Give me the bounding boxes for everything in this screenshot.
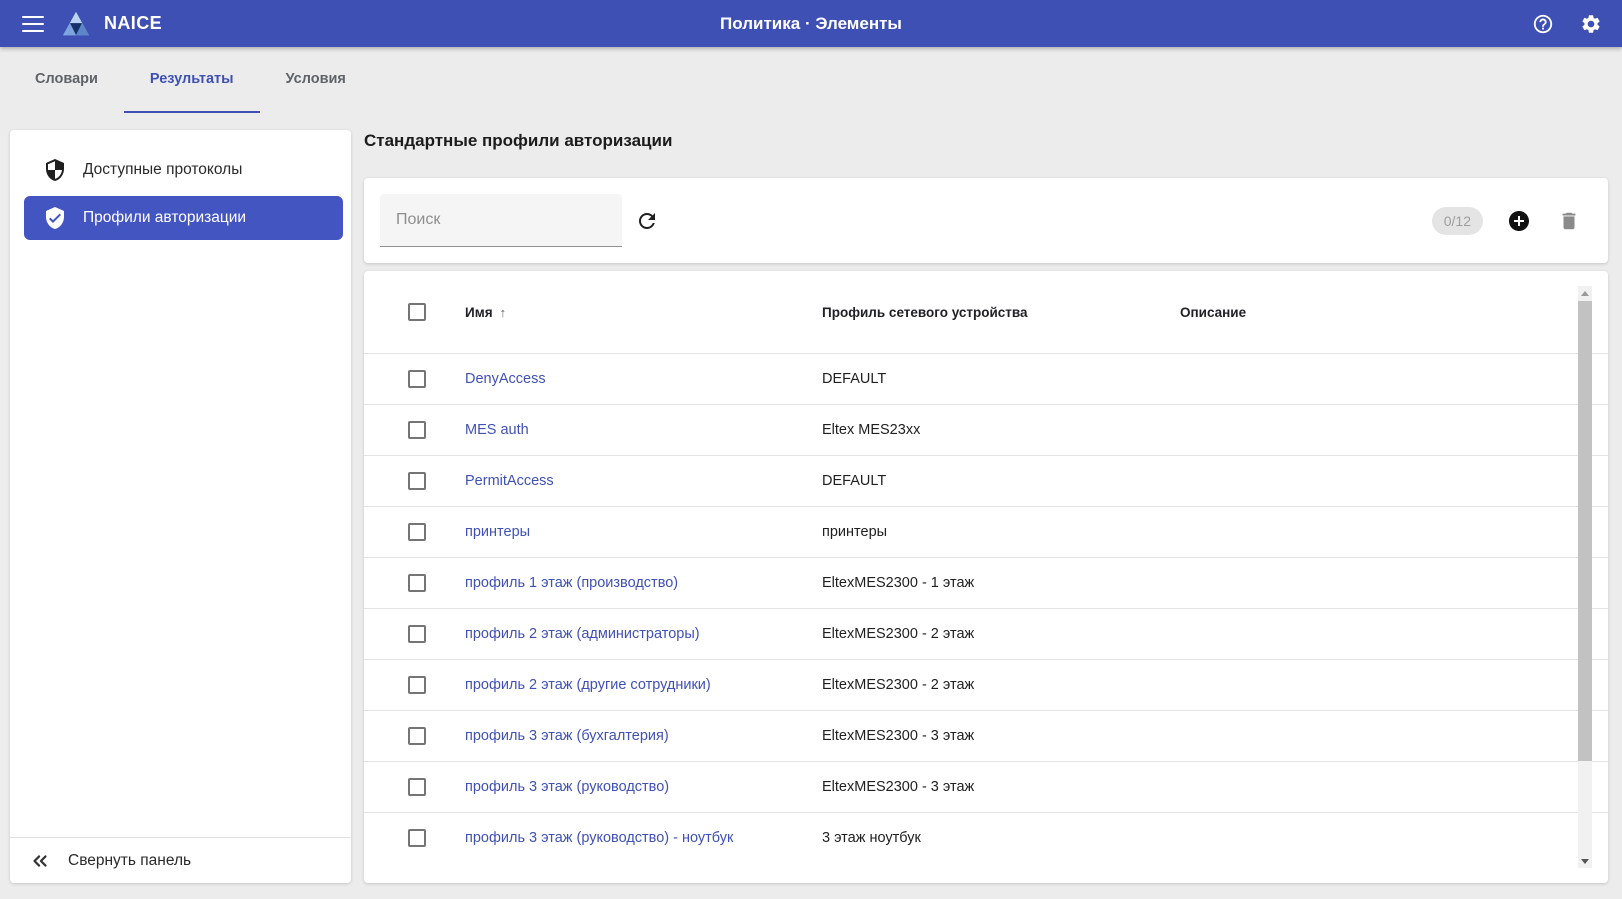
row-name-link[interactable]: профиль 2 этаж (администраторы) — [465, 626, 700, 642]
row-name-link[interactable]: профиль 3 этаж (руководство) — [465, 779, 669, 795]
row-device-profile: EltexMES2300 - 1 этаж — [822, 575, 1180, 591]
tabs-bar: Словари Результаты Условия — [0, 47, 1622, 113]
scrollbar-up-arrow-icon[interactable] — [1578, 286, 1592, 300]
sidebar-item-authorization-profiles[interactable]: Профили авторизации — [24, 196, 343, 240]
content-area: Доступные протоколы Профили авторизации … — [0, 113, 1622, 899]
sidebar-item-label: Профили авторизации — [83, 209, 246, 227]
table-row: принтеры принтеры — [364, 506, 1608, 557]
row-device-profile: DEFAULT — [822, 473, 1180, 489]
tab-slovari[interactable]: Словари — [9, 47, 124, 113]
table-row: MES auth Eltex MES23xx — [364, 404, 1608, 455]
row-checkbox[interactable] — [408, 625, 426, 643]
row-checkbox[interactable] — [408, 523, 426, 541]
row-checkbox[interactable] — [408, 472, 426, 490]
table-scrollbar[interactable] — [1578, 286, 1592, 868]
row-name-link[interactable]: DenyAccess — [465, 371, 546, 387]
row-device-profile: Eltex MES23xx — [822, 422, 1180, 438]
row-name-link[interactable]: профиль 3 этаж (бухгалтерия) — [465, 728, 669, 744]
sort-ascending-icon[interactable]: ↑ — [500, 305, 507, 320]
table-header-row: Имя ↑ Профиль сетевого устройства Описан… — [364, 271, 1608, 353]
row-device-profile: EltexMES2300 - 3 этаж — [822, 779, 1180, 795]
row-checkbox[interactable] — [408, 778, 426, 796]
app-bar-left: NAICE — [22, 11, 162, 37]
tab-rezultaty[interactable]: Результаты — [124, 47, 260, 113]
help-icon[interactable] — [1532, 13, 1554, 35]
row-device-profile: EltexMES2300 - 3 этаж — [822, 728, 1180, 744]
table-body: DenyAccess DEFAULT MES auth Eltex MES23x… — [364, 353, 1608, 863]
table-row: профиль 2 этаж (администраторы) EltexMES… — [364, 608, 1608, 659]
scrollbar-thumb[interactable] — [1578, 301, 1592, 761]
add-circle-icon[interactable] — [1507, 209, 1531, 233]
sidebar: Доступные протоколы Профили авторизации … — [10, 130, 351, 883]
row-name-link[interactable]: MES auth — [465, 422, 529, 438]
row-device-profile: EltexMES2300 - 2 этаж — [822, 626, 1180, 642]
page-title: Стандартные профили авторизации — [364, 130, 1608, 152]
row-checkbox[interactable] — [408, 421, 426, 439]
selection-count-badge: 0/12 — [1432, 207, 1483, 235]
double-chevron-left-icon — [29, 850, 51, 872]
table-row: профиль 3 этаж (руководство) - ноутбук 3… — [364, 812, 1608, 863]
row-device-profile: принтеры — [822, 524, 1180, 540]
trash-icon[interactable] — [1558, 210, 1580, 232]
table-row: DenyAccess DEFAULT — [364, 353, 1608, 404]
app-bar: NAICE Политика · Элементы — [0, 0, 1622, 47]
row-checkbox[interactable] — [408, 574, 426, 592]
column-header-device-profile[interactable]: Профиль сетевого устройства — [822, 305, 1180, 320]
row-checkbox[interactable] — [408, 829, 426, 847]
tab-usloviya[interactable]: Условия — [260, 47, 372, 113]
row-checkbox[interactable] — [408, 727, 426, 745]
table-row: профиль 1 этаж (производство) EltexMES23… — [364, 557, 1608, 608]
shield-icon — [43, 158, 67, 182]
column-header-name[interactable]: Имя — [465, 305, 493, 320]
collapse-panel-label: Свернуть панель — [68, 852, 191, 870]
sidebar-item-label: Доступные протоколы — [83, 161, 242, 179]
settings-gear-icon[interactable] — [1580, 13, 1602, 35]
refresh-icon[interactable] — [635, 209, 659, 233]
sidebar-nav: Доступные протоколы Профили авторизации — [10, 130, 351, 240]
table-row: PermitAccess DEFAULT — [364, 455, 1608, 506]
main-panel: Стандартные профили авторизации 0/12 — [364, 130, 1608, 883]
naice-logo-icon — [62, 11, 90, 37]
scrollbar-down-arrow-icon[interactable] — [1578, 854, 1592, 868]
select-all-checkbox[interactable] — [408, 303, 426, 321]
row-name-link[interactable]: профиль 2 этаж (другие сотрудники) — [465, 677, 711, 693]
table-row: профиль 3 этаж (руководство) EltexMES230… — [364, 761, 1608, 812]
row-name-link[interactable]: профиль 3 этаж (руководство) - ноутбук — [465, 830, 733, 846]
app-window: NAICE Политика · Элементы Словари Резуль… — [0, 0, 1622, 899]
row-checkbox[interactable] — [408, 676, 426, 694]
app-name: NAICE — [104, 13, 162, 34]
row-name-link[interactable]: профиль 1 этаж (производство) — [465, 575, 678, 591]
column-header-description[interactable]: Описание — [1180, 305, 1552, 320]
row-device-profile: 3 этаж ноутбук — [822, 830, 1180, 846]
row-name-link[interactable]: принтеры — [465, 524, 530, 540]
search-input[interactable] — [380, 194, 622, 247]
collapse-panel-button[interactable]: Свернуть панель — [10, 837, 351, 883]
table-row: профиль 2 этаж (другие сотрудники) Eltex… — [364, 659, 1608, 710]
row-device-profile: EltexMES2300 - 2 этаж — [822, 677, 1180, 693]
page-breadcrumb-title: Политика · Элементы — [720, 14, 902, 34]
row-name-link[interactable]: PermitAccess — [465, 473, 554, 489]
toolbar: 0/12 — [364, 178, 1608, 263]
profiles-table: Имя ↑ Профиль сетевого устройства Описан… — [364, 271, 1608, 883]
sidebar-item-available-protocols[interactable]: Доступные протоколы — [24, 148, 343, 192]
app-bar-right — [1532, 13, 1602, 35]
row-checkbox[interactable] — [408, 370, 426, 388]
shield-check-icon — [43, 206, 67, 230]
hamburger-menu-icon[interactable] — [22, 16, 44, 32]
table-row: профиль 3 этаж (бухгалтерия) EltexMES230… — [364, 710, 1608, 761]
row-device-profile: DEFAULT — [822, 371, 1180, 387]
